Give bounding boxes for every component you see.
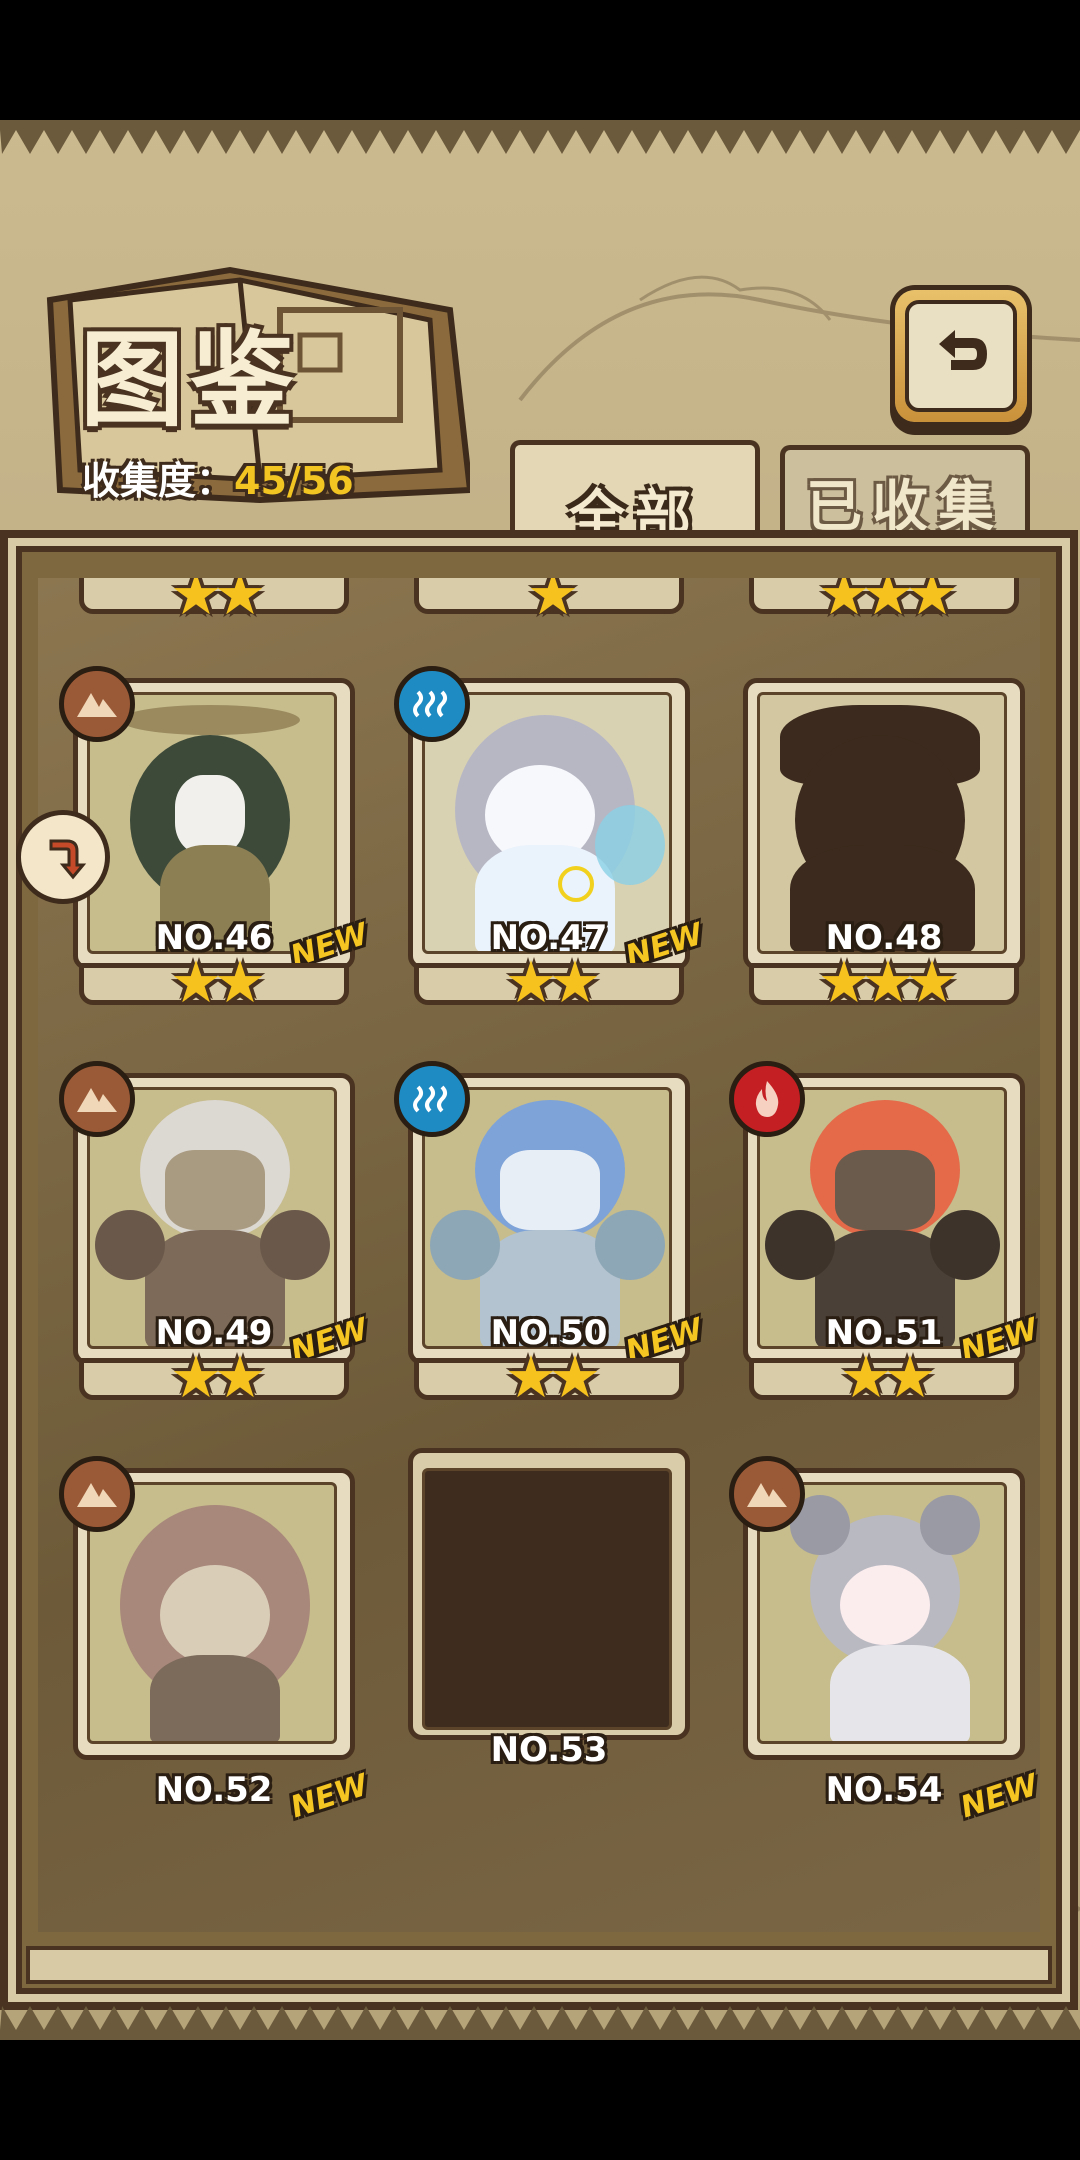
- monster-card-52[interactable]: NO.52 NEW: [59, 1456, 372, 1825]
- page-title: 图鉴: [80, 318, 301, 441]
- fire-element-icon: [729, 1061, 805, 1137]
- back-button[interactable]: [895, 290, 1027, 422]
- monster-portrait: [422, 1087, 672, 1349]
- bestiary-screen: 图鉴 收集度：45/56 全部 已收集 ★★ ★ ★★★ NO.46 NEW ★…: [0, 120, 1080, 2040]
- earth-element-icon: [59, 666, 135, 742]
- zigzag-bottom-border: [0, 2006, 1080, 2040]
- monster-portrait: [87, 692, 337, 954]
- collection-progress-value: 45/56: [234, 459, 354, 503]
- monster-portrait-empty: [422, 1468, 672, 1730]
- rarity-stars: ★★★: [818, 948, 958, 1016]
- monster-card-47[interactable]: NO.47 NEW ★★: [394, 666, 707, 1018]
- monster-portrait: [87, 1087, 337, 1349]
- earth-element-icon: [59, 1456, 135, 1532]
- monster-portrait: [757, 692, 1007, 954]
- collection-panel: ★★ ★ ★★★ NO.46 NEW ★★ NO.47 NEW ★★ NO.48…: [0, 530, 1078, 2010]
- rarity-stars: ★: [527, 578, 579, 628]
- card-grid[interactable]: ★★ ★ ★★★ NO.46 NEW ★★ NO.47 NEW ★★ NO.48…: [38, 578, 1040, 1932]
- crosshair-icon: [558, 866, 594, 902]
- monster-card-51[interactable]: NO.51 NEW ★★: [729, 1061, 1040, 1413]
- monster-card-50[interactable]: NO.50 NEW ★★: [394, 1061, 707, 1413]
- monster-portrait: [757, 1087, 1007, 1349]
- card-partial[interactable]: ★★★: [743, 578, 1025, 638]
- back-arrow-icon: [905, 300, 1017, 412]
- rarity-stars: ★★: [170, 578, 266, 628]
- sort-icon: [49, 839, 87, 880]
- card-partial[interactable]: ★: [408, 578, 690, 638]
- earth-element-icon: [59, 1061, 135, 1137]
- rarity-stars: ★★: [170, 1343, 266, 1411]
- monster-card-49[interactable]: NO.49 NEW ★★: [59, 1061, 372, 1413]
- collection-progress-label: 收集度：: [82, 459, 235, 503]
- collection-progress: 收集度：45/56: [82, 450, 354, 505]
- rarity-stars: ★★: [505, 1343, 601, 1411]
- rarity-stars: ★★★: [818, 578, 958, 628]
- monster-card-46[interactable]: NO.46 NEW ★★: [59, 666, 372, 1018]
- card-partial[interactable]: ★★: [73, 578, 355, 638]
- rarity-stars: ★★: [170, 948, 266, 1016]
- card-number: NO.53: [490, 1730, 608, 1770]
- monster-card-54[interactable]: NO.54 NEW: [729, 1456, 1040, 1825]
- monster-portrait: [757, 1482, 1007, 1744]
- monster-card-48[interactable]: NO.48 ★★★: [743, 678, 1025, 1018]
- water-element-icon: [394, 1061, 470, 1137]
- rarity-stars: ★★: [505, 948, 601, 1016]
- monster-portrait: [422, 692, 672, 954]
- monster-portrait: [87, 1482, 337, 1744]
- rarity-stars: ★★: [840, 1343, 936, 1411]
- sort-button[interactable]: [16, 810, 110, 904]
- monster-card-53[interactable]: NO.53: [408, 1448, 690, 1788]
- water-element-icon: [394, 666, 470, 742]
- earth-element-icon: [729, 1456, 805, 1532]
- panel-bottom-rail: [26, 1946, 1052, 1984]
